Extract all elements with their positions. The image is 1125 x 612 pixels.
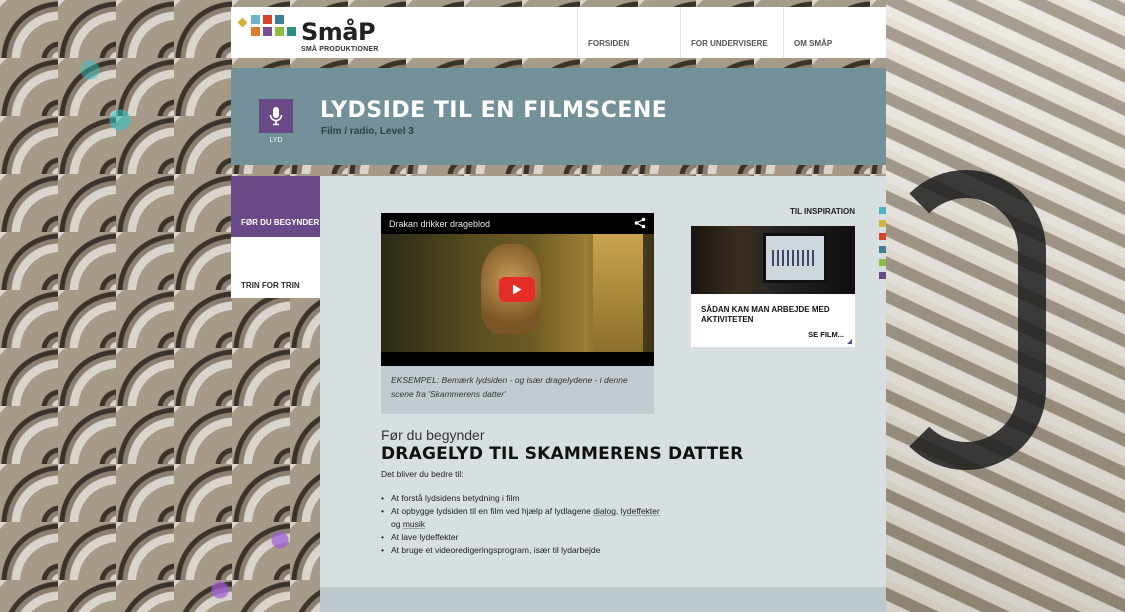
- share-icon[interactable]: [634, 217, 646, 229]
- goal-text-mid: og: [391, 519, 403, 529]
- color-strip-swatch: [879, 272, 886, 279]
- list-item: At lave lydeffekter: [381, 531, 661, 544]
- video-title[interactable]: Drakan drikker drageblod: [389, 219, 490, 229]
- play-button[interactable]: [499, 277, 535, 302]
- category-label: LYD: [269, 137, 283, 144]
- sidebar-item-trin-for-trin[interactable]: TRIN FOR TRIN: [231, 237, 320, 298]
- nav-item-forsiden[interactable]: FORSIDEN: [577, 7, 680, 58]
- se-film-link[interactable]: SE FILM...: [808, 330, 844, 339]
- color-strip-swatch: [879, 220, 886, 227]
- logo-square: [251, 27, 260, 36]
- inspiration-card-title: SÅDAN KAN MAN ARBEJDE MED AKTIVITETEN: [701, 305, 830, 324]
- logo[interactable]: SmåP SMÅ PRODUKTIONER: [237, 15, 389, 53]
- logo-subtitle: SMÅ PRODUKTIONER: [301, 46, 379, 53]
- link-lydeffekter[interactable]: lydeffekter: [621, 506, 660, 516]
- link-musik[interactable]: musik: [403, 519, 425, 529]
- background-mixer-image: [886, 0, 1125, 612]
- sidebar: FØR DU BEGYNDER TRIN FOR TRIN: [231, 176, 320, 298]
- site-header: SmåP SMÅ PRODUKTIONER FORSIDEN FOR UNDER…: [231, 7, 886, 58]
- color-strip: [879, 207, 886, 285]
- color-strip-swatch: [879, 207, 886, 214]
- logo-square: [275, 27, 284, 36]
- page-title: LYDSIDE TIL EN FILMSCENE: [320, 98, 668, 123]
- title-band: LYD LYDSIDE TIL EN FILMSCENE Film / radi…: [231, 68, 886, 165]
- headphone-image: [886, 170, 1046, 470]
- section-pre-heading: Før du begynder: [381, 427, 485, 443]
- logo-square: [263, 27, 272, 36]
- logo-square: [263, 15, 272, 24]
- page-subtitle: Film / radio, Level 3: [321, 126, 414, 137]
- video-wall: [593, 234, 643, 352]
- thumbnail-monitor: [763, 233, 827, 283]
- category-badge: [259, 99, 293, 133]
- logo-text: SmåP: [301, 18, 376, 46]
- logo-square: [287, 27, 296, 36]
- list-item: At forstå lydsidens betydning i film: [381, 492, 661, 505]
- color-strip-swatch: [879, 259, 886, 266]
- link-dialog[interactable]: dialog: [593, 506, 616, 516]
- video-caption: EKSEMPEL: Bemærk lydsiden - og især drag…: [381, 366, 654, 414]
- goals-intro: Det bliver du bedre til:: [381, 469, 464, 479]
- video-player[interactable]: Drakan drikker drageblod: [381, 213, 654, 366]
- main-nav: FORSIDEN FOR UNDERVISERE OM SMÅP: [577, 7, 886, 58]
- corner-arrow-icon: [847, 339, 852, 344]
- goal-text: At opbygge lydsiden til en film ved hjæl…: [391, 506, 594, 516]
- goals-list: At forstå lydsidens betydning i film At …: [381, 492, 661, 557]
- section-heading: DRAGELYD TIL SKAMMERENS DATTER: [381, 444, 744, 464]
- footer-band: [320, 587, 886, 612]
- play-icon: [513, 284, 522, 295]
- list-item: At bruge et videoredigeringsprogram, isæ…: [381, 544, 661, 557]
- inspiration-thumbnail: [691, 226, 855, 294]
- sidebar-item-for-du-begynder[interactable]: FØR DU BEGYNDER: [231, 176, 320, 237]
- logo-square: [237, 17, 248, 28]
- list-item: At opbygge lydsiden til en film ved hjæl…: [381, 505, 661, 531]
- microphone-icon: [269, 107, 283, 126]
- color-strip-swatch: [879, 233, 886, 240]
- logo-square: [251, 15, 260, 24]
- main-content: Drakan drikker drageblod EKSEMPEL: Bemær…: [320, 176, 886, 587]
- nav-item-om-smap[interactable]: OM SMÅP: [783, 7, 886, 58]
- nav-item-for-undervisere[interactable]: FOR UNDERVISERE: [680, 7, 783, 58]
- color-strip-swatch: [879, 246, 886, 253]
- logo-square: [275, 15, 284, 24]
- inspiration-card[interactable]: SÅDAN KAN MAN ARBEJDE MED AKTIVITETEN SE…: [691, 226, 855, 347]
- inspiration-label: TIL INSPIRATION: [789, 207, 855, 216]
